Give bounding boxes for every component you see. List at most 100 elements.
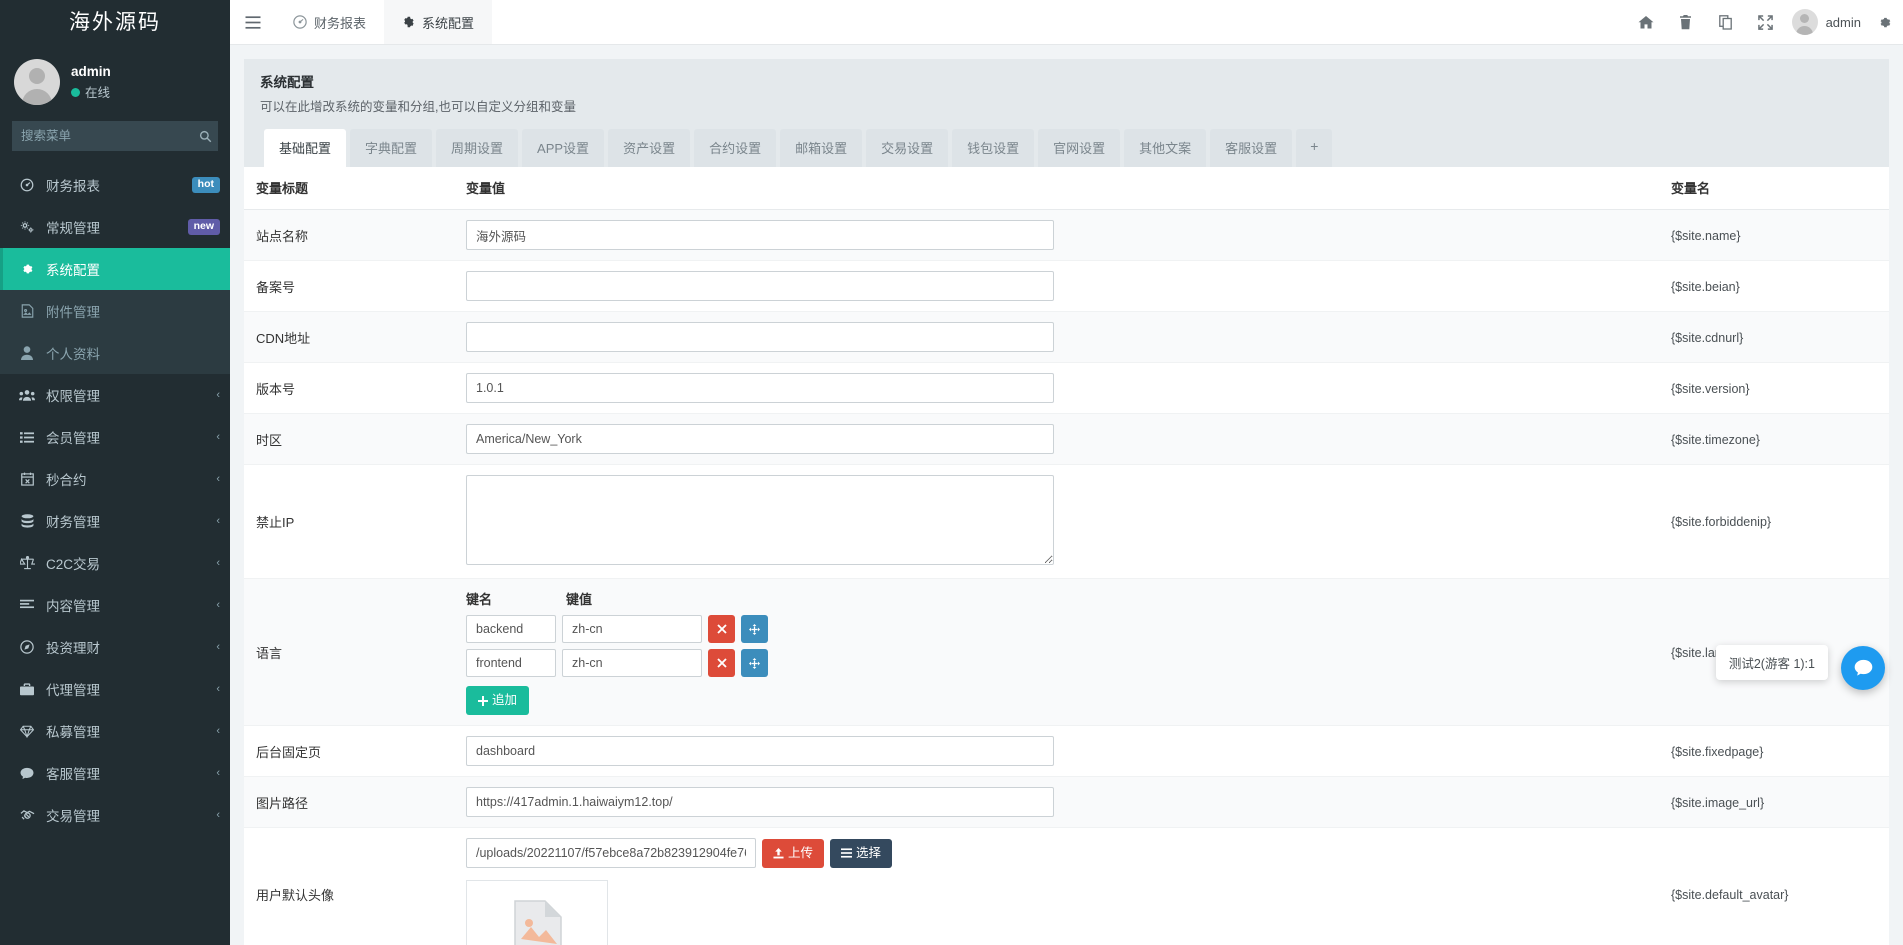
row-label-text: CDN地址	[256, 331, 310, 346]
sidebar-item-0[interactable]: 财务报表hot	[0, 164, 230, 206]
config-tab-8[interactable]: 钱包设置	[952, 129, 1034, 167]
sidebar-item-link[interactable]: 代理管理‹	[0, 668, 230, 710]
language-delete-button[interactable]	[708, 615, 735, 643]
sidebar-item-1[interactable]: 常规管理new	[0, 206, 230, 248]
select-button[interactable]: 选择	[830, 839, 892, 868]
sidebar-item-label: 财务报表	[46, 175, 192, 195]
sidebar-item-link[interactable]: 秒合约‹	[0, 458, 230, 500]
page-title: 系统配置	[260, 71, 1873, 91]
config-tab-10[interactable]: 其他文案	[1124, 129, 1206, 167]
sidebar-item-link[interactable]: 内容管理‹	[0, 584, 230, 626]
sidebar-item-3[interactable]: 附件管理	[0, 290, 230, 332]
sidebar-item-11[interactable]: 投资理财‹	[0, 626, 230, 668]
trash-icon[interactable]	[1666, 0, 1706, 45]
sidebar-item-link[interactable]: C2C交易‹	[0, 542, 230, 584]
sidebar-item-7[interactable]: 秒合约‹	[0, 458, 230, 500]
config-tab-1[interactable]: 字典配置	[350, 129, 432, 167]
config-tab-6[interactable]: 邮箱设置	[780, 129, 862, 167]
config-tab-0[interactable]: 基础配置	[264, 129, 346, 167]
config-input[interactable]	[466, 220, 1054, 250]
gear-icon[interactable]	[1871, 0, 1897, 45]
nav-tab-system-config[interactable]: 系统配置	[384, 0, 492, 44]
search-input[interactable]	[13, 129, 190, 143]
sidebar-item-link[interactable]: 交易管理‹	[0, 794, 230, 836]
user-icon	[16, 346, 38, 360]
row-label: 图片路径	[244, 777, 454, 828]
row-label-text: 版本号	[256, 382, 295, 397]
language-value-input[interactable]	[562, 615, 702, 643]
fullscreen-icon[interactable]	[1746, 0, 1786, 45]
row-value-cell: 键名键值追加	[454, 579, 1659, 726]
search-box[interactable]	[12, 121, 218, 151]
language-delete-button[interactable]	[708, 649, 735, 677]
upload-button[interactable]: 上传	[762, 839, 824, 868]
language-key-input[interactable]	[466, 615, 556, 643]
sidebar-item-label: 个人资料	[46, 343, 220, 363]
sidebar-item-link[interactable]: 附件管理	[0, 290, 230, 332]
sidebar-item-13[interactable]: 私募管理‹	[0, 710, 230, 752]
row-varname: {$site.beian}	[1659, 261, 1889, 312]
chevron-left-icon: ‹	[216, 557, 220, 569]
panel-header: 系统配置 可以在此增改系统的变量和分组,也可以自定义分组和变量 基础配置字典配置…	[244, 59, 1889, 167]
row-varname-text: {$site.beian}	[1671, 280, 1740, 294]
config-input[interactable]	[466, 736, 1054, 766]
sidebar-item-8[interactable]: 财务管理‹	[0, 500, 230, 542]
config-tab-5[interactable]: 合约设置	[694, 129, 776, 167]
balance-scale-icon	[16, 556, 38, 570]
language-drag-handle[interactable]	[741, 615, 768, 643]
config-tab-11[interactable]: 客服设置	[1210, 129, 1292, 167]
sidebar-item-link[interactable]: 系统配置	[0, 248, 230, 290]
avatar-preview-thumbnail[interactable]	[466, 880, 608, 945]
sidebar-item-link[interactable]: 会员管理‹	[0, 416, 230, 458]
row-varname-text: {$site.image_url}	[1671, 796, 1764, 810]
copy-icon[interactable]	[1706, 0, 1746, 45]
table-row: 用户默认头像上传选择{$site.default_avatar}	[244, 828, 1889, 945]
chat-notification-bubble[interactable]: 测试2(游客 1):1	[1716, 645, 1828, 680]
sidebar-item-link[interactable]: 私募管理‹	[0, 710, 230, 752]
sidebar-item-link[interactable]: 常规管理new	[0, 206, 230, 248]
language-value-input[interactable]	[562, 649, 702, 677]
home-icon[interactable]	[1626, 0, 1666, 45]
language-add-label: 追加	[492, 693, 517, 708]
nav-tab-financial-report[interactable]: 财务报表	[276, 0, 384, 44]
language-key-input[interactable]	[466, 649, 556, 677]
search-icon[interactable]	[190, 130, 221, 143]
chat-fab-button[interactable]	[1841, 646, 1885, 690]
config-tab-4[interactable]: 资产设置	[608, 129, 690, 167]
sidebar-item-link[interactable]: 投资理财‹	[0, 626, 230, 668]
sidebar-item-6[interactable]: 会员管理‹	[0, 416, 230, 458]
sidebar-user-panel: admin 在线	[0, 45, 230, 119]
sidebar-item-9[interactable]: C2C交易‹	[0, 542, 230, 584]
sidebar-item-link[interactable]: 权限管理‹	[0, 374, 230, 416]
sidebar-item-15[interactable]: 交易管理‹	[0, 794, 230, 836]
config-input[interactable]	[466, 322, 1054, 352]
avatar-path-input[interactable]	[466, 838, 756, 868]
sidebar-item-link[interactable]: 个人资料	[0, 332, 230, 374]
config-tab-7[interactable]: 交易设置	[866, 129, 948, 167]
config-tab-9[interactable]: 官网设置	[1038, 129, 1120, 167]
config-textarea[interactable]	[466, 475, 1054, 565]
sidebar-item-link[interactable]: 财务管理‹	[0, 500, 230, 542]
sidebar-item-2[interactable]: 系统配置	[0, 248, 230, 290]
sidebar-item-label: 交易管理	[46, 805, 216, 825]
language-drag-handle[interactable]	[741, 649, 768, 677]
sidebar-item-4[interactable]: 个人资料	[0, 332, 230, 374]
config-input[interactable]	[466, 271, 1054, 301]
config-tab-3[interactable]: APP设置	[522, 129, 604, 167]
row-varname: {$site.timezone}	[1659, 414, 1889, 465]
sidebar-item-link[interactable]: 客服管理‹	[0, 752, 230, 794]
config-input[interactable]	[466, 373, 1054, 403]
sidebar-item-10[interactable]: 内容管理‹	[0, 584, 230, 626]
config-input[interactable]	[466, 424, 1054, 454]
config-input[interactable]	[466, 787, 1054, 817]
config-tab-2[interactable]: 周期设置	[436, 129, 518, 167]
sidebar-item-5[interactable]: 权限管理‹	[0, 374, 230, 416]
sidebar-item-link[interactable]: 财务报表hot	[0, 164, 230, 206]
add-tab-button[interactable]: +	[1296, 129, 1332, 167]
language-add-button[interactable]: 追加	[466, 686, 529, 715]
sidebar-item-12[interactable]: 代理管理‹	[0, 668, 230, 710]
table-row: 语言键名键值追加{$site.languages}	[244, 579, 1889, 726]
topbar-user[interactable]: admin	[1786, 9, 1871, 35]
sidebar-item-14[interactable]: 客服管理‹	[0, 752, 230, 794]
hamburger-icon[interactable]	[230, 0, 276, 44]
